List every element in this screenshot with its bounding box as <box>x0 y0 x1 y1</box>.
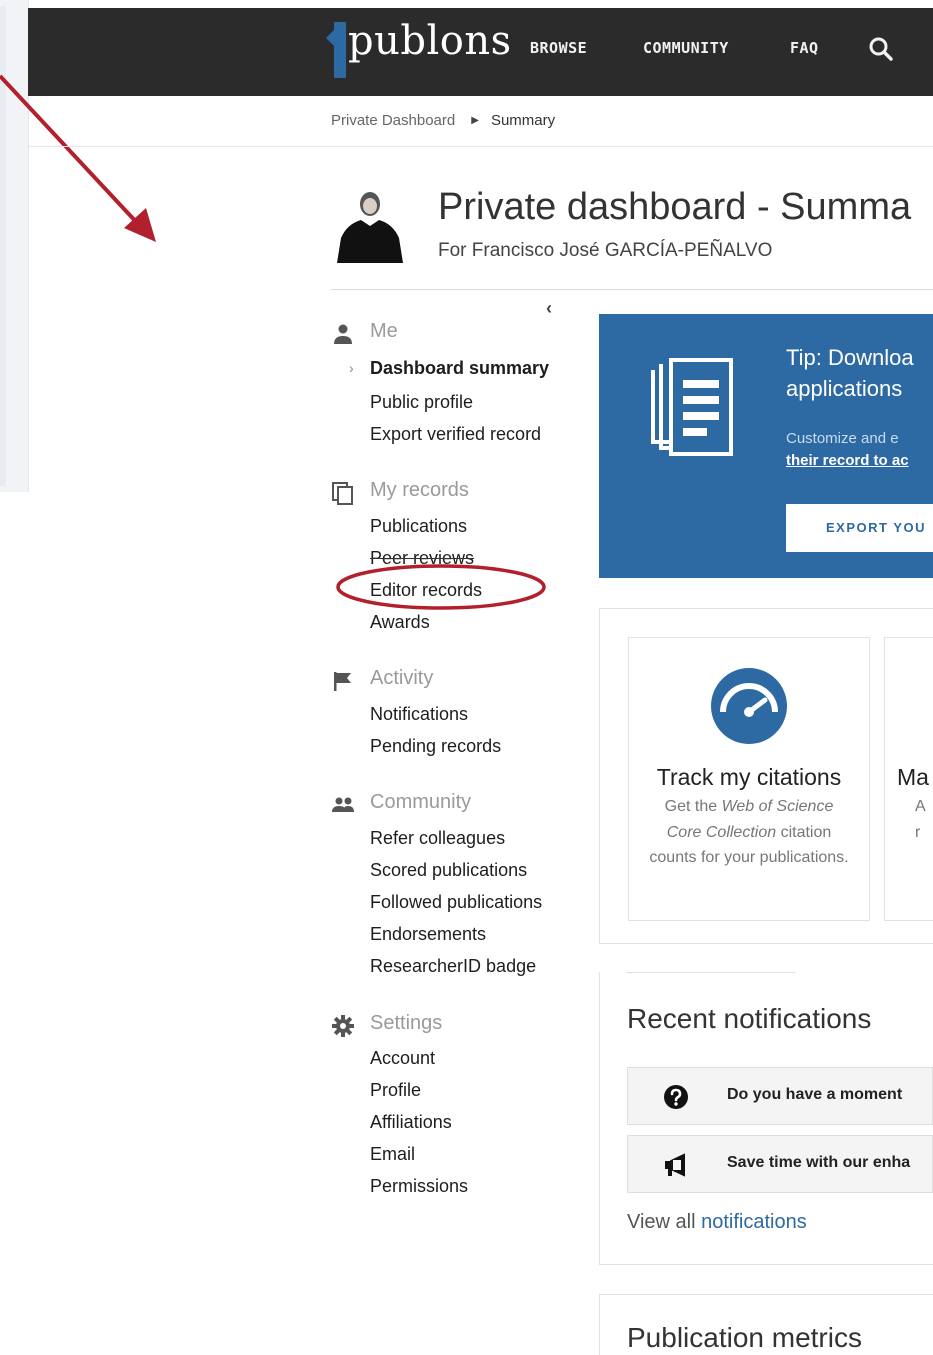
sidebar-item-scored-publications[interactable]: Scored publications <box>370 860 527 881</box>
breadcrumb: Private Dashboard ▶ Summary <box>331 112 555 129</box>
sidebar-item-account[interactable]: Account <box>370 1048 435 1069</box>
tip-body: Customize and e <box>786 430 899 447</box>
divider <box>28 146 933 147</box>
view-all-notifications: View all notifications <box>627 1211 807 1233</box>
gear-icon <box>332 1015 354 1037</box>
page-title: Private dashboard - Summa <box>438 186 912 228</box>
breadcrumb-current: Summary <box>490 112 556 129</box>
feature-cards-panel: Track my citations Get the Web of Scienc… <box>599 608 933 944</box>
notification-item[interactable]: Do you have a moment <box>627 1067 933 1125</box>
breadcrumb-separator-icon: ▶ <box>471 115 479 126</box>
card-description: Get the Web of Science Core Collection c… <box>649 798 849 866</box>
notifications-heading: Recent notifications <box>627 1003 872 1034</box>
tip-link[interactable]: their record to ac <box>786 452 909 469</box>
sidebar-section-label: Settings <box>370 1012 443 1034</box>
people-icon <box>332 797 354 812</box>
metrics-heading: Publication metrics <box>627 1322 862 1353</box>
divider <box>331 289 933 290</box>
sidebar-section-label: My records <box>370 479 469 501</box>
nav-faq[interactable]: FAQ <box>790 39 819 57</box>
annotation-circle <box>336 564 546 610</box>
notification-item[interactable]: Save time with our enha <box>627 1135 933 1193</box>
megaphone-icon <box>665 1153 685 1177</box>
tip-title: Tip: Downloa applications <box>786 345 914 401</box>
track-citations-card[interactable]: Track my citations Get the Web of Scienc… <box>628 637 870 921</box>
search-icon[interactable] <box>868 36 894 62</box>
collapse-sidebar-button[interactable]: ‹ <box>546 298 552 319</box>
sidebar-item-profile[interactable]: Profile <box>370 1080 421 1101</box>
sidebar-item-awards[interactable]: Awards <box>370 612 430 633</box>
sidebar-item-researcherid-badge[interactable]: ResearcherID badge <box>370 956 536 977</box>
sidebar-section-label: Me <box>370 320 398 342</box>
publons-logo[interactable]: publons <box>326 18 511 78</box>
sidebar-section-label: Community <box>370 791 472 813</box>
sidebar-item-refer-colleagues[interactable]: Refer colleagues <box>370 828 505 849</box>
sidebar-item-pending-records[interactable]: Pending records <box>370 736 501 757</box>
sidebar-item-permissions[interactable]: Permissions <box>370 1176 468 1197</box>
sidebar-item-email[interactable]: Email <box>370 1144 415 1165</box>
gauge-icon <box>711 668 787 744</box>
avatar <box>331 186 408 263</box>
sidebar-item-affiliations[interactable]: Affiliations <box>370 1112 452 1133</box>
breadcrumb-root[interactable]: Private Dashboard <box>331 112 455 129</box>
view-all-notifications-link[interactable]: notifications <box>701 1211 807 1233</box>
tip-banner: Tip: Downloa applications Customize and … <box>599 314 933 578</box>
flag-icon <box>334 672 351 691</box>
export-button[interactable]: EXPORT YOU <box>786 504 933 552</box>
notification-text: Do you have a moment <box>727 1086 903 1103</box>
nav-browse[interactable]: BROWSE <box>530 39 587 57</box>
notification-text: Save time with our enha <box>727 1154 911 1171</box>
nav-community[interactable]: COMMUNITY <box>643 39 729 57</box>
sidebar-item-notifications[interactable]: Notifications <box>370 704 468 725</box>
copy-icon <box>332 482 353 505</box>
page-subtitle: For Francisco José GARCÍA-PEÑALVO <box>438 240 773 261</box>
divider <box>626 972 796 973</box>
sidebar-item-dashboard-summary[interactable]: Dashboard summary <box>370 358 549 379</box>
chevron-right-icon: › <box>349 360 354 376</box>
sidebar-item-followed-publications[interactable]: Followed publications <box>370 892 542 913</box>
sidebar-item-public-profile[interactable]: Public profile <box>370 392 473 413</box>
card-title: Track my citations <box>656 764 842 790</box>
feature-card-2[interactable]: Ma A r <box>884 637 933 921</box>
documents-icon <box>651 358 733 456</box>
question-circle-icon <box>664 1085 688 1109</box>
card-title: Ma <box>897 764 929 790</box>
sidebar-item-endorsements[interactable]: Endorsements <box>370 924 486 945</box>
person-icon <box>334 324 352 344</box>
top-navbar: publons BROWSE COMMUNITY FAQ <box>28 8 933 96</box>
sidebar-item-export-verified-record[interactable]: Export verified record <box>370 424 541 445</box>
sidebar-item-publications[interactable]: Publications <box>370 516 467 537</box>
sidebar-section-label: Activity <box>370 667 434 689</box>
card-description: A r <box>915 798 926 841</box>
